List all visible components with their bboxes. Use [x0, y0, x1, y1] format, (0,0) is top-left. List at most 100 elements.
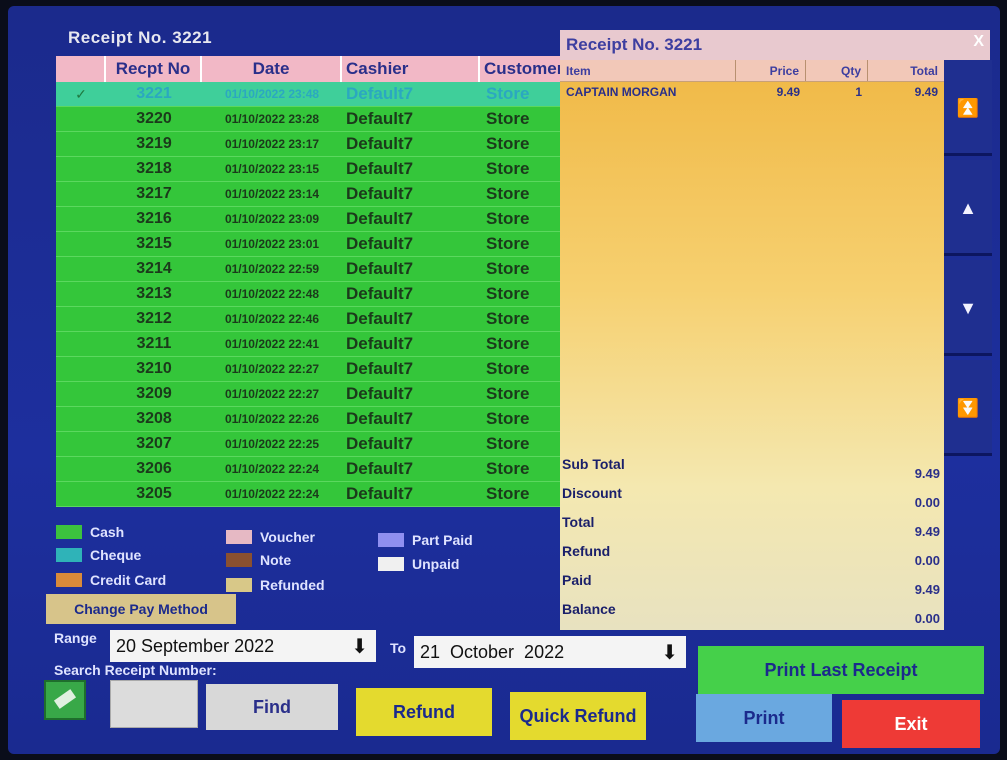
table-row[interactable]: 3205 01/10/2022 22:24 Default7 Store [56, 482, 560, 507]
receipt-number: 3218 [136, 160, 172, 177]
change-pay-method-button[interactable]: Change Pay Method [46, 594, 236, 624]
receipt-customer: Store [486, 434, 530, 453]
receipt-number: 3211 [136, 335, 172, 352]
receipt-number: 3210 [136, 360, 172, 377]
pos-screen: Receipt No. 3221 Recpt No Date Cashier C… [8, 6, 1000, 754]
scroll-down-button[interactable]: ▼ [944, 260, 992, 356]
receipt-number: 3214 [136, 260, 172, 277]
range-label: Range [54, 630, 97, 646]
table-row[interactable]: 3206 01/10/2022 22:24 Default7 Store [56, 457, 560, 482]
print-button[interactable]: Print [696, 694, 832, 742]
table-row[interactable]: 3218 01/10/2022 23:15 Default7 Store [56, 157, 560, 182]
table-row[interactable]: 3215 01/10/2022 23:01 Default7 Store [56, 232, 560, 257]
find-button[interactable]: Find [206, 684, 338, 730]
down-arrow-icon[interactable]: ⬇ [351, 634, 368, 659]
row-check-icon: ✓ [75, 85, 87, 102]
item-total: 9.49 [914, 85, 938, 99]
receipt-number: 3206 [136, 460, 172, 477]
legend-label-unpaid: Unpaid [412, 556, 460, 572]
receipt-customer: Store [486, 284, 530, 303]
legend-voucher: Voucher [226, 529, 315, 545]
header-cashier[interactable]: Cashier [342, 56, 480, 82]
totals-section: Sub Total 9.49 Discount 0.00 Total 9.49 Ref… [560, 456, 944, 630]
receipt-customer: Store [486, 484, 530, 503]
table-row[interactable]: 3220 01/10/2022 23:28 Default7 Store [56, 107, 560, 132]
table-row[interactable]: 3207 01/10/2022 22:25 Default7 Store [56, 432, 560, 457]
voucher-swatch [226, 530, 252, 544]
header-customer[interactable]: Customer [480, 56, 560, 82]
table-row[interactable]: ✓ 3221 01/10/2022 23:48 Default7 Store [56, 82, 560, 107]
items-header: Item Price Qty Total [560, 60, 944, 82]
table-row[interactable]: 3214 01/10/2022 22:59 Default7 Store [56, 257, 560, 282]
table-row[interactable]: 3210 01/10/2022 22:27 Default7 Store [56, 357, 560, 382]
table-row[interactable]: 3213 01/10/2022 22:48 Default7 Store [56, 282, 560, 307]
paid-value: 9.49 [914, 582, 940, 597]
table-row[interactable]: 3219 01/10/2022 23:17 Default7 Store [56, 132, 560, 157]
header-receipt-no[interactable]: Recpt No [106, 56, 202, 82]
legend-credit-card: Credit Card [56, 572, 166, 588]
table-row[interactable]: 3211 01/10/2022 22:41 Default7 Store [56, 332, 560, 357]
items-header-qty: Qty [806, 60, 868, 81]
receipts-table: Recpt No Date Cashier Customer ✓ 3221 01/1… [56, 56, 560, 516]
receipt-customer: Store [486, 209, 530, 228]
items-header-total: Total [910, 64, 938, 78]
refund-value: 0.00 [914, 553, 940, 568]
refund-button[interactable]: Refund [356, 688, 492, 736]
quick-refund-button[interactable]: Quick Refund [510, 692, 646, 740]
receipt-number: 3209 [136, 385, 172, 402]
receipt-cashier: Default7 [346, 309, 414, 328]
scroll-bottom-button[interactable]: ⏬ [944, 360, 992, 456]
receipt-cashier: Default7 [346, 334, 414, 353]
receipt-cashier: Default7 [346, 209, 414, 228]
receipt-customer: Store [486, 309, 530, 328]
double-down-arrow-icon: ⏬ [956, 398, 980, 418]
receipt-date: 01/10/2022 22:41 [224, 337, 320, 351]
unpaid-swatch [378, 557, 404, 571]
receipt-number: 3221 [136, 85, 172, 102]
legend-cash: Cash [56, 524, 124, 540]
sub-total-row: Sub Total 9.49 [560, 456, 944, 485]
scroll-up-button[interactable]: ▲ [944, 160, 992, 256]
barcode-scan-button[interactable] [44, 680, 86, 720]
receipt-date: 01/10/2022 22:25 [224, 437, 320, 451]
table-row[interactable]: 3208 01/10/2022 22:26 Default7 Store [56, 407, 560, 432]
sub-total-label: Sub Total [562, 456, 625, 472]
receipt-customer: Store [486, 234, 530, 253]
to-date-select[interactable]: 21 October 2022 ⬇ [414, 636, 686, 668]
table-row[interactable]: 3216 01/10/2022 23:09 Default7 Store [56, 207, 560, 232]
credit-card-swatch [56, 573, 82, 587]
exit-button[interactable]: Exit [842, 700, 980, 748]
receipt-number: 3212 [136, 310, 172, 327]
down-arrow-icon[interactable]: ⬇ [661, 640, 678, 665]
table-row[interactable]: 3212 01/10/2022 22:46 Default7 Store [56, 307, 560, 332]
items-header-item: Item [560, 60, 736, 81]
receipt-date: 01/10/2022 23:01 [224, 237, 320, 251]
from-date-select[interactable]: 20 September 2022 ⬇ [110, 630, 376, 662]
legend-label-voucher: Voucher [260, 529, 315, 545]
legend-note: Note [226, 552, 291, 568]
receipt-date: 01/10/2022 23:28 [224, 112, 320, 126]
paid-row: Paid 9.49 [560, 572, 944, 601]
table-row[interactable]: 3217 01/10/2022 23:14 Default7 Store [56, 182, 560, 207]
total-row: Total 9.49 [560, 514, 944, 543]
discount-row: Discount 0.00 [560, 485, 944, 514]
receipt-number: 3219 [136, 135, 172, 152]
header-date[interactable]: Date [202, 56, 342, 82]
receipt-number: 3217 [136, 185, 172, 202]
print-last-receipt-button[interactable]: Print Last Receipt [698, 646, 984, 694]
receipt-cashier: Default7 [346, 384, 414, 403]
from-date-value: 20 September 2022 [116, 635, 275, 656]
receipt-date: 01/10/2022 22:27 [224, 387, 320, 401]
scroll-top-button[interactable]: ⏫ [944, 60, 992, 156]
receipt-number-input[interactable] [110, 680, 198, 728]
close-icon[interactable]: X [973, 33, 984, 51]
item-row[interactable]: CAPTAIN MORGAN 9.49 1 9.49 [560, 82, 944, 99]
receipt-date: 01/10/2022 22:27 [224, 362, 320, 376]
receipt-cashier: Default7 [346, 109, 414, 128]
receipt-date: 01/10/2022 23:15 [224, 162, 320, 176]
left-receipt-title: Receipt No. 3221 [68, 28, 213, 47]
receipt-number: 3215 [136, 235, 172, 252]
table-row[interactable]: 3209 01/10/2022 22:27 Default7 Store [56, 382, 560, 407]
receipt-cashier: Default7 [346, 134, 414, 153]
legend-label-note: Note [260, 552, 292, 568]
